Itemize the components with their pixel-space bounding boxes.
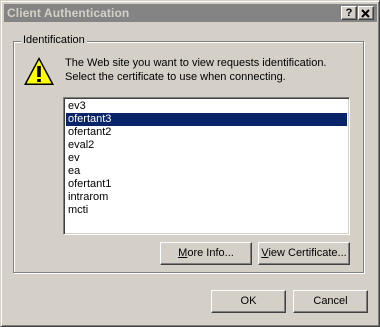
certificate-item[interactable]: intrarom: [66, 191, 347, 204]
identification-message: The Web site you want to view requests i…: [65, 56, 355, 84]
more-info-accelerator: M: [178, 247, 188, 259]
certificate-item[interactable]: ev3: [66, 100, 347, 113]
view-certificate-button[interactable]: View Certificate...: [258, 242, 350, 265]
certificate-item[interactable]: ofertant2: [66, 126, 347, 139]
more-info-label: ore Info...: [187, 247, 234, 259]
client-authentication-dialog: Client Authentication ? Identification T…: [0, 0, 380, 327]
cancel-label: Cancel: [313, 295, 348, 307]
certificate-item[interactable]: ofertant3: [66, 113, 347, 126]
help-button[interactable]: ?: [341, 6, 357, 20]
ok-label: OK: [240, 295, 257, 307]
certificate-list[interactable]: ev3 ofertant3 ofertant2 eval2 ev ea ofertant1 i…: [63, 97, 350, 235]
view-certificate-label: iew Certificate...: [268, 247, 347, 259]
message-line-1: The Web site you want to view requests i…: [65, 57, 327, 69]
certificate-item[interactable]: ofertant1: [66, 178, 347, 191]
title-bar[interactable]: Client Authentication ?: [4, 4, 377, 22]
certificate-item[interactable]: mcti: [66, 204, 347, 217]
more-info-button[interactable]: More Info...: [160, 242, 252, 265]
close-button[interactable]: [358, 6, 374, 20]
close-icon: [361, 9, 370, 18]
identification-group-label: Identification: [21, 34, 87, 46]
certificate-item[interactable]: ev: [66, 152, 347, 165]
cancel-button[interactable]: Cancel: [293, 290, 368, 313]
help-icon: ?: [345, 7, 353, 19]
certificate-item[interactable]: ea: [66, 165, 347, 178]
ok-button[interactable]: OK: [211, 290, 286, 313]
message-line-2: Select the certificate to use when conne…: [65, 71, 286, 83]
certificate-item[interactable]: eval2: [66, 139, 347, 152]
warning-icon: [24, 57, 54, 85]
window-title: Client Authentication: [7, 6, 130, 20]
